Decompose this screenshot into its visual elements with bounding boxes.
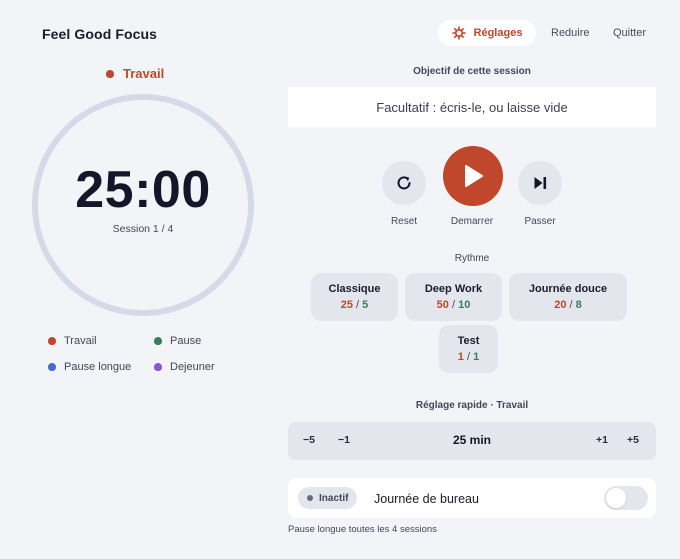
settings-label: Réglages xyxy=(473,27,523,39)
play-icon xyxy=(461,163,485,189)
legend-label: Travail xyxy=(64,335,97,347)
reset-button[interactable] xyxy=(382,161,426,205)
quick-adjust-bar: −5 −1 25 min +1 +5 xyxy=(288,422,656,460)
pause-dot-icon xyxy=(154,337,162,345)
quit-button[interactable]: Quitter xyxy=(613,27,646,39)
preset-name: Deep Work xyxy=(424,283,483,295)
legend-item-long-pause: Pause longue xyxy=(48,361,131,373)
preset-values: 1 / 1 xyxy=(457,351,480,363)
office-day-toggle[interactable] xyxy=(604,486,648,510)
legend-item-lunch: Dejeuner xyxy=(154,361,215,373)
legend-label: Pause xyxy=(170,335,202,347)
preset-values: 25 / 5 xyxy=(340,299,369,311)
legend-item-pause: Pause xyxy=(154,335,201,347)
plus-1-button[interactable]: +1 xyxy=(596,434,608,446)
settings-button[interactable]: Réglages xyxy=(438,20,536,46)
objective-input[interactable] xyxy=(288,87,656,127)
toggle-knob xyxy=(606,488,626,508)
current-mode: Travail xyxy=(106,66,164,81)
quick-adjust-title: Réglage rapide · Travail xyxy=(415,400,529,411)
timer-display: 25:00 xyxy=(75,161,211,219)
work-dot-icon xyxy=(48,337,56,345)
preset-values: 50 / 10 xyxy=(436,299,471,311)
start-button[interactable] xyxy=(443,146,503,206)
mode-label: Travail xyxy=(123,66,165,81)
preset-classique[interactable]: Classique 25 / 5 xyxy=(311,273,398,321)
status-badge-label: Inactif xyxy=(319,492,349,504)
skip-button[interactable] xyxy=(518,161,562,205)
rhythm-title: Rythme xyxy=(454,253,490,264)
reset-icon xyxy=(395,174,413,192)
long-pause-note: Pause longue toutes les 4 sessions xyxy=(288,524,437,535)
office-day-label: Journée de bureau xyxy=(374,492,479,506)
app-window: Feel Good Focus Réglages Reduire Quitter… xyxy=(0,0,680,559)
skip-label: Passer xyxy=(524,216,556,227)
legend-label: Pause longue xyxy=(64,361,132,373)
session-counter: Session 1 / 4 xyxy=(112,223,174,235)
plus-5-button[interactable]: +5 xyxy=(627,434,639,446)
preset-name: Journée douce xyxy=(528,283,608,295)
long-pause-dot-icon xyxy=(48,363,56,371)
office-day-card: Inactif Journée de bureau xyxy=(288,478,656,518)
status-dot-icon xyxy=(307,495,313,501)
preset-journee-douce[interactable]: Journée douce 20 / 8 xyxy=(509,273,627,321)
status-badge: Inactif xyxy=(298,487,358,509)
objective-title: Objectif de cette session xyxy=(413,66,531,77)
work-dot-icon xyxy=(106,69,114,78)
lunch-dot-icon xyxy=(154,363,162,371)
skip-icon xyxy=(532,175,548,191)
app-title: Feel Good Focus xyxy=(42,26,158,42)
preset-name: Test xyxy=(457,335,480,347)
legend-label: Dejeuner xyxy=(170,361,215,373)
gear-icon xyxy=(451,26,466,40)
preset-name: Classique xyxy=(328,283,381,295)
legend-item-work: Travail xyxy=(48,335,97,347)
preset-test[interactable]: Test 1 / 1 xyxy=(439,325,498,373)
preset-values: 20 / 8 xyxy=(554,299,582,311)
preset-deep-work[interactable]: Deep Work 50 / 10 xyxy=(405,273,502,321)
minimize-button[interactable]: Reduire xyxy=(551,27,590,39)
